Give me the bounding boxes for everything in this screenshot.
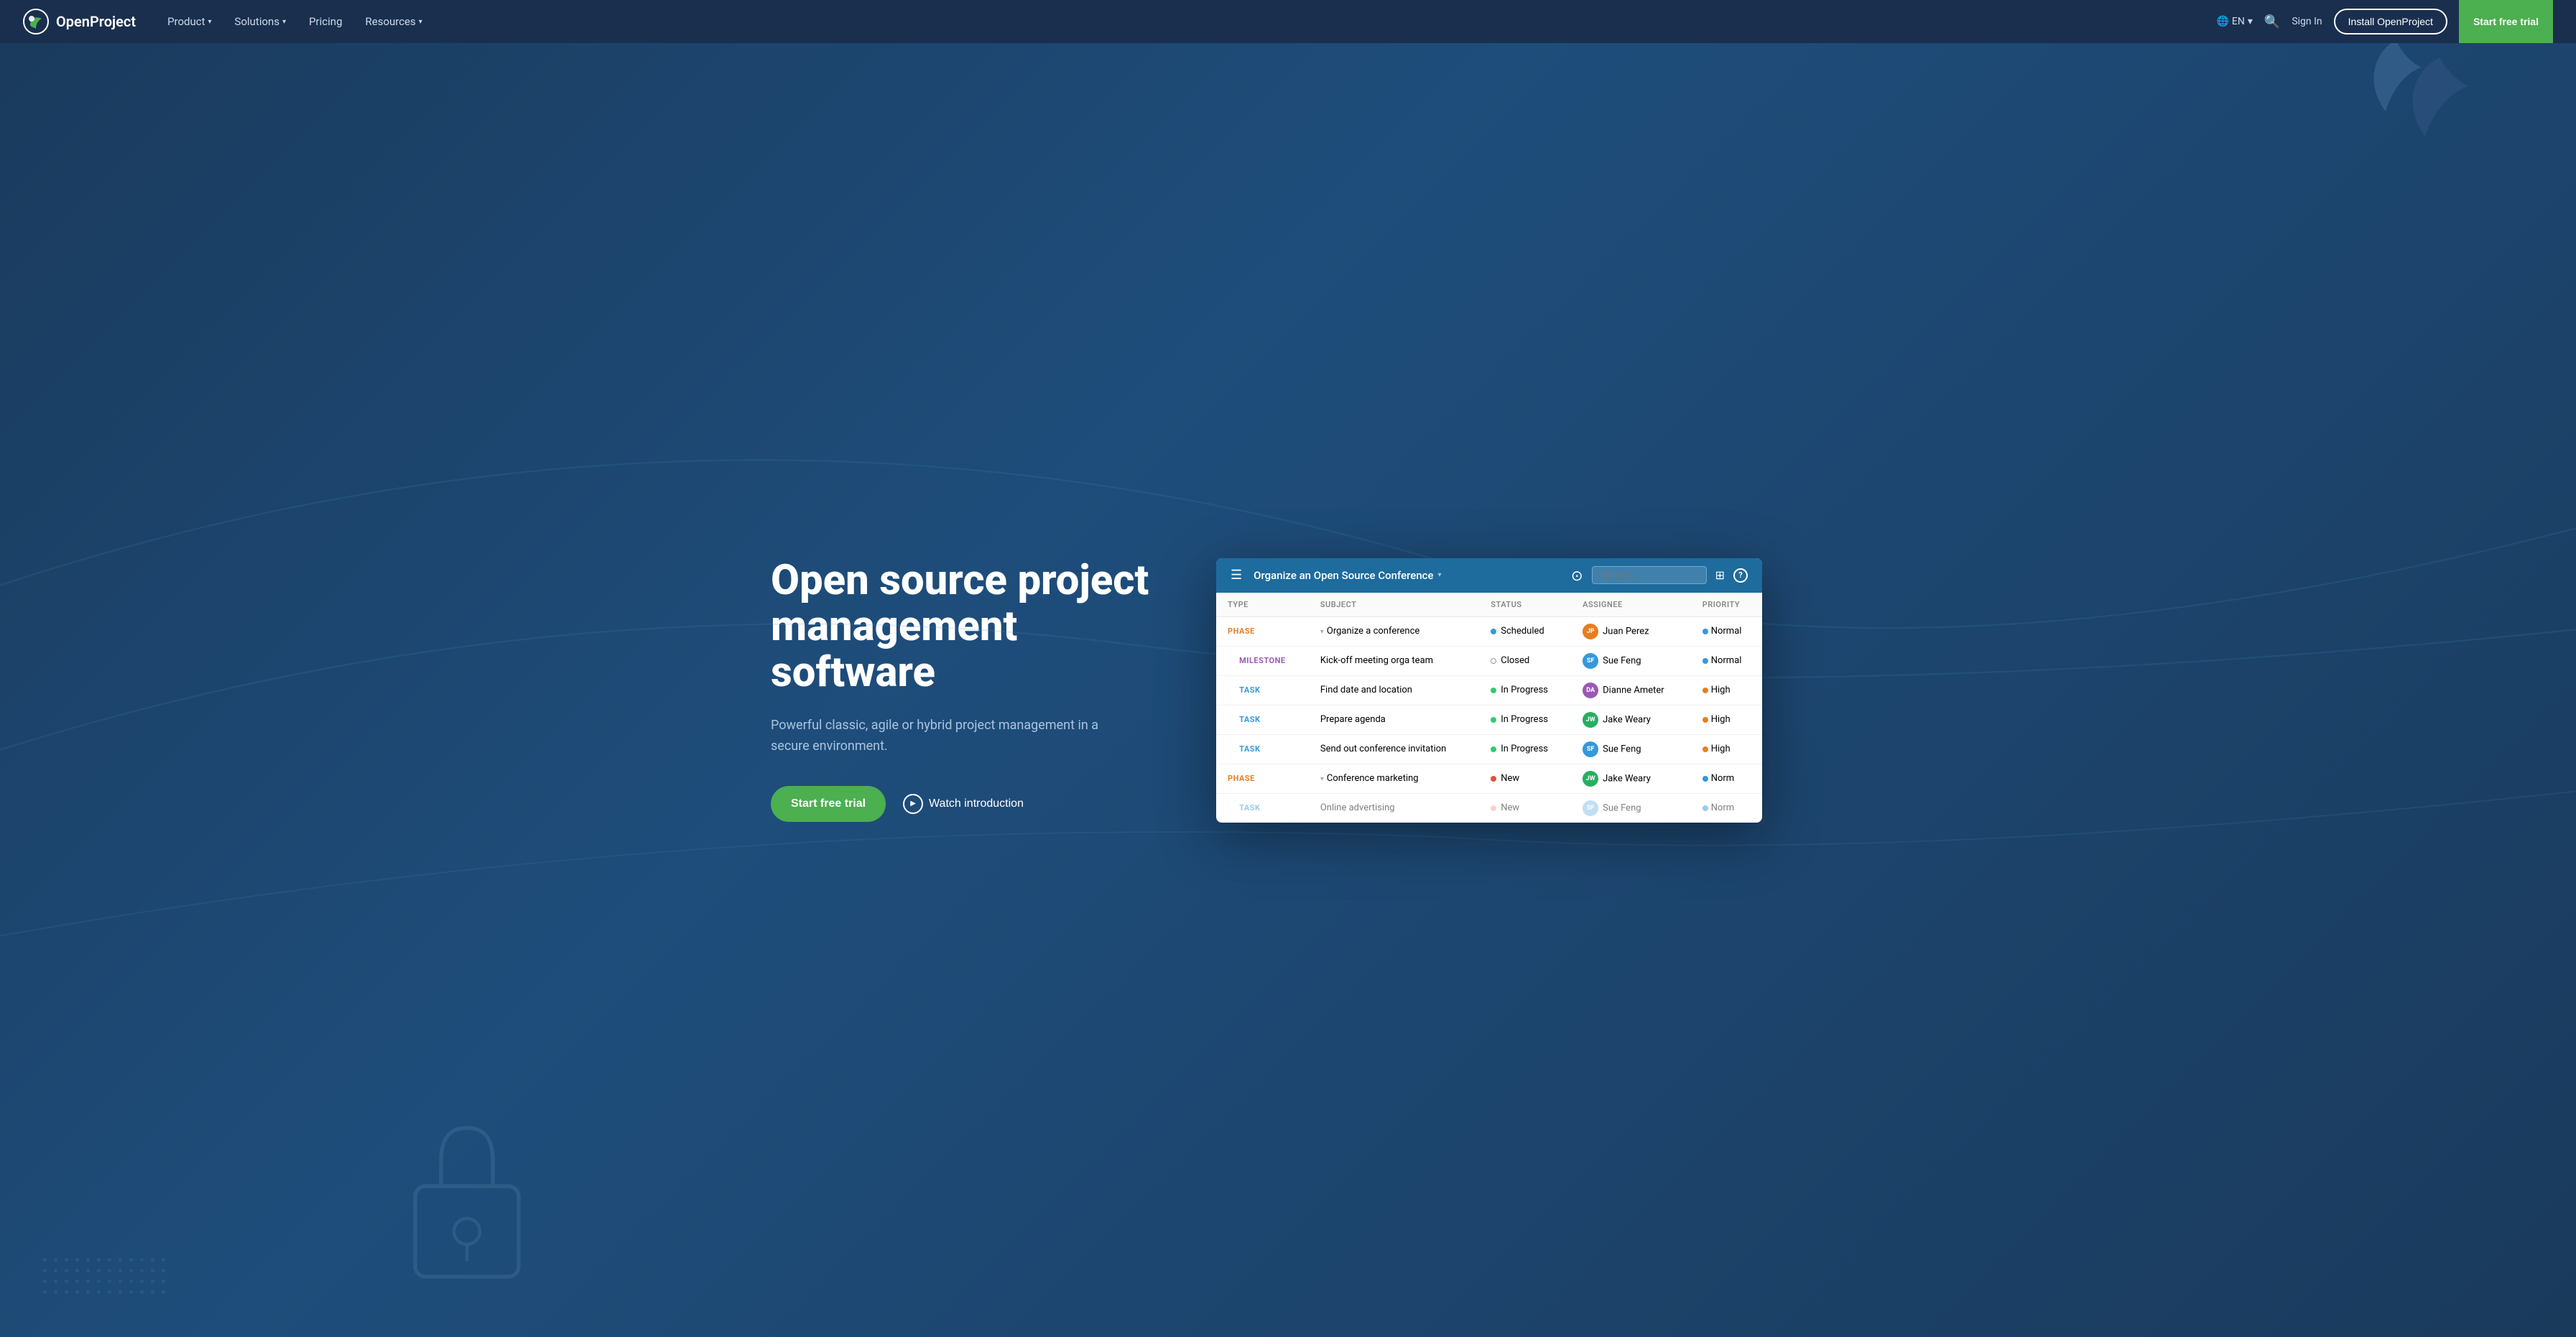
- hero-trial-button[interactable]: Start free trial: [771, 786, 886, 822]
- logo-icon: [23, 9, 49, 34]
- cell-priority: Norm: [1691, 793, 1762, 823]
- leaf-decoration-left: [2360, 36, 2432, 139]
- help-icon[interactable]: ?: [1733, 568, 1748, 583]
- cell-status: In Progress: [1479, 734, 1571, 764]
- nav-resources[interactable]: Resources ▾: [357, 9, 431, 34]
- app-topbar: ☰ Organize an Open Source Conference ▾ ⊙…: [1216, 558, 1762, 593]
- cell-subject[interactable]: Find date and location: [1309, 675, 1479, 705]
- cell-assignee: JWJake Weary: [1571, 705, 1691, 734]
- leaf-decoration-right: [2396, 50, 2483, 168]
- language-selector[interactable]: 🌐 EN ▾: [2216, 16, 2252, 27]
- hamburger-icon[interactable]: ☰: [1231, 568, 1242, 583]
- app-window: ☰ Organize an Open Source Conference ▾ ⊙…: [1216, 558, 1762, 823]
- nav-pricing[interactable]: Pricing: [300, 9, 351, 34]
- nav-solutions[interactable]: Solutions ▾: [226, 9, 295, 34]
- cell-type: TASK: [1216, 734, 1309, 764]
- hero-left-panel: Open source project management software …: [771, 558, 1173, 822]
- cell-type: MILESTONE: [1216, 646, 1309, 675]
- table-row: TASK Prepare agenda In Progress JWJake W…: [1216, 705, 1762, 734]
- cell-assignee: JPJuan Perez: [1571, 616, 1691, 646]
- cell-priority: Normal: [1691, 616, 1762, 646]
- table-row: TASK Find date and location In Progress …: [1216, 675, 1762, 705]
- search-icon[interactable]: 🔍: [2264, 14, 2280, 29]
- dots-decoration: [43, 1258, 165, 1294]
- cell-priority: High: [1691, 675, 1762, 705]
- nav-product[interactable]: Product ▾: [159, 9, 220, 34]
- col-subject[interactable]: SUBJECT: [1309, 593, 1479, 617]
- cell-status: Scheduled: [1479, 616, 1571, 646]
- hero-subtitle: Powerful classic, agile or hybrid projec…: [771, 716, 1116, 757]
- nav-links: Product ▾ Solutions ▾ Pricing Resources …: [159, 9, 2193, 34]
- project-chevron-icon: ▾: [1438, 571, 1442, 579]
- cell-status: Closed: [1479, 646, 1571, 675]
- hero-section: Open source project management software …: [0, 0, 2576, 1337]
- signin-link[interactable]: Sign In: [2292, 16, 2322, 27]
- cell-subject[interactable]: Prepare agenda: [1309, 705, 1479, 734]
- col-type[interactable]: TYPE: [1216, 593, 1309, 617]
- solutions-chevron-icon: ▾: [282, 18, 286, 26]
- cell-type: TASK: [1216, 675, 1309, 705]
- table-row: TASK Online advertising New SFSue Feng N…: [1216, 793, 1762, 823]
- hero-title: Open source project management software: [771, 558, 1173, 695]
- nav-trial-button[interactable]: Start free trial: [2459, 0, 2553, 43]
- cell-subject[interactable]: Kick-off meeting orga team: [1309, 646, 1479, 675]
- cell-assignee: SFSue Feng: [1571, 793, 1691, 823]
- cell-type: PHASE: [1216, 764, 1309, 793]
- col-assignee[interactable]: ASSIGNEE: [1571, 593, 1691, 617]
- cell-subject[interactable]: Send out conference invitation: [1309, 734, 1479, 764]
- cell-type: PHASE: [1216, 616, 1309, 646]
- table-row: TASK Send out conference invitation In P…: [1216, 734, 1762, 764]
- lock-decoration: [402, 1121, 532, 1280]
- project-name[interactable]: Organize an Open Source Conference ▾: [1254, 569, 1441, 582]
- hero-actions: Start free trial ▶ Watch introduction: [771, 786, 1173, 822]
- col-status[interactable]: STATUS: [1479, 593, 1571, 617]
- cell-priority: Norm: [1691, 764, 1762, 793]
- logo-text: OpenProject: [56, 13, 136, 30]
- col-priority[interactable]: PRIORITY: [1691, 593, 1762, 617]
- install-button[interactable]: Install OpenProject: [2334, 9, 2447, 34]
- grid-icon[interactable]: ⊞: [1715, 568, 1725, 582]
- cell-priority: Normal: [1691, 646, 1762, 675]
- cell-type: TASK: [1216, 793, 1309, 823]
- table-row: PHASE ▾Organize a conference Scheduled J…: [1216, 616, 1762, 646]
- lang-chevron-icon: ▾: [2248, 16, 2253, 27]
- app-search-input[interactable]: [1592, 566, 1707, 584]
- cell-assignee: JWJake Weary: [1571, 764, 1691, 793]
- cell-status: New: [1479, 764, 1571, 793]
- hero-watch-button[interactable]: ▶ Watch introduction: [903, 794, 1024, 814]
- cell-status: New: [1479, 793, 1571, 823]
- app-table-area: TYPE SUBJECT STATUS ASSIGNEE PRIORITY PH…: [1216, 593, 1762, 823]
- cell-status: In Progress: [1479, 675, 1571, 705]
- logo-link[interactable]: OpenProject: [23, 9, 136, 34]
- cell-priority: High: [1691, 705, 1762, 734]
- work-packages-table: TYPE SUBJECT STATUS ASSIGNEE PRIORITY PH…: [1216, 593, 1762, 823]
- cell-priority: High: [1691, 734, 1762, 764]
- product-chevron-icon: ▾: [208, 18, 212, 26]
- cell-subject[interactable]: ▾Organize a conference: [1309, 616, 1479, 646]
- navbar: OpenProject Product ▾ Solutions ▾ Pricin…: [0, 0, 2576, 43]
- cell-subject[interactable]: ▾Conference marketing: [1309, 764, 1479, 793]
- table-row: MILESTONE Kick-off meeting orga team Clo…: [1216, 646, 1762, 675]
- app-topbar-right: ⊙ ⊞ ?: [1571, 566, 1748, 584]
- hero-right-panel: ☰ Organize an Open Source Conference ▾ ⊙…: [1216, 558, 1805, 823]
- resources-chevron-icon: ▾: [419, 18, 422, 26]
- cell-type: TASK: [1216, 705, 1309, 734]
- cell-assignee: SFSue Feng: [1571, 734, 1691, 764]
- cell-status: In Progress: [1479, 705, 1571, 734]
- nav-right: 🌐 EN ▾ 🔍 Sign In Install OpenProject Sta…: [2216, 0, 2553, 43]
- cell-assignee: DADianne Ameter: [1571, 675, 1691, 705]
- table-row: PHASE ▾Conference marketing New JWJake W…: [1216, 764, 1762, 793]
- hero-content: Open source project management software …: [713, 515, 1863, 866]
- cell-assignee: SFSue Feng: [1571, 646, 1691, 675]
- app-logo-icon: ⊙: [1571, 567, 1583, 584]
- globe-icon: 🌐: [2216, 16, 2228, 27]
- cell-subject[interactable]: Online advertising: [1309, 793, 1479, 823]
- play-icon: ▶: [903, 794, 923, 814]
